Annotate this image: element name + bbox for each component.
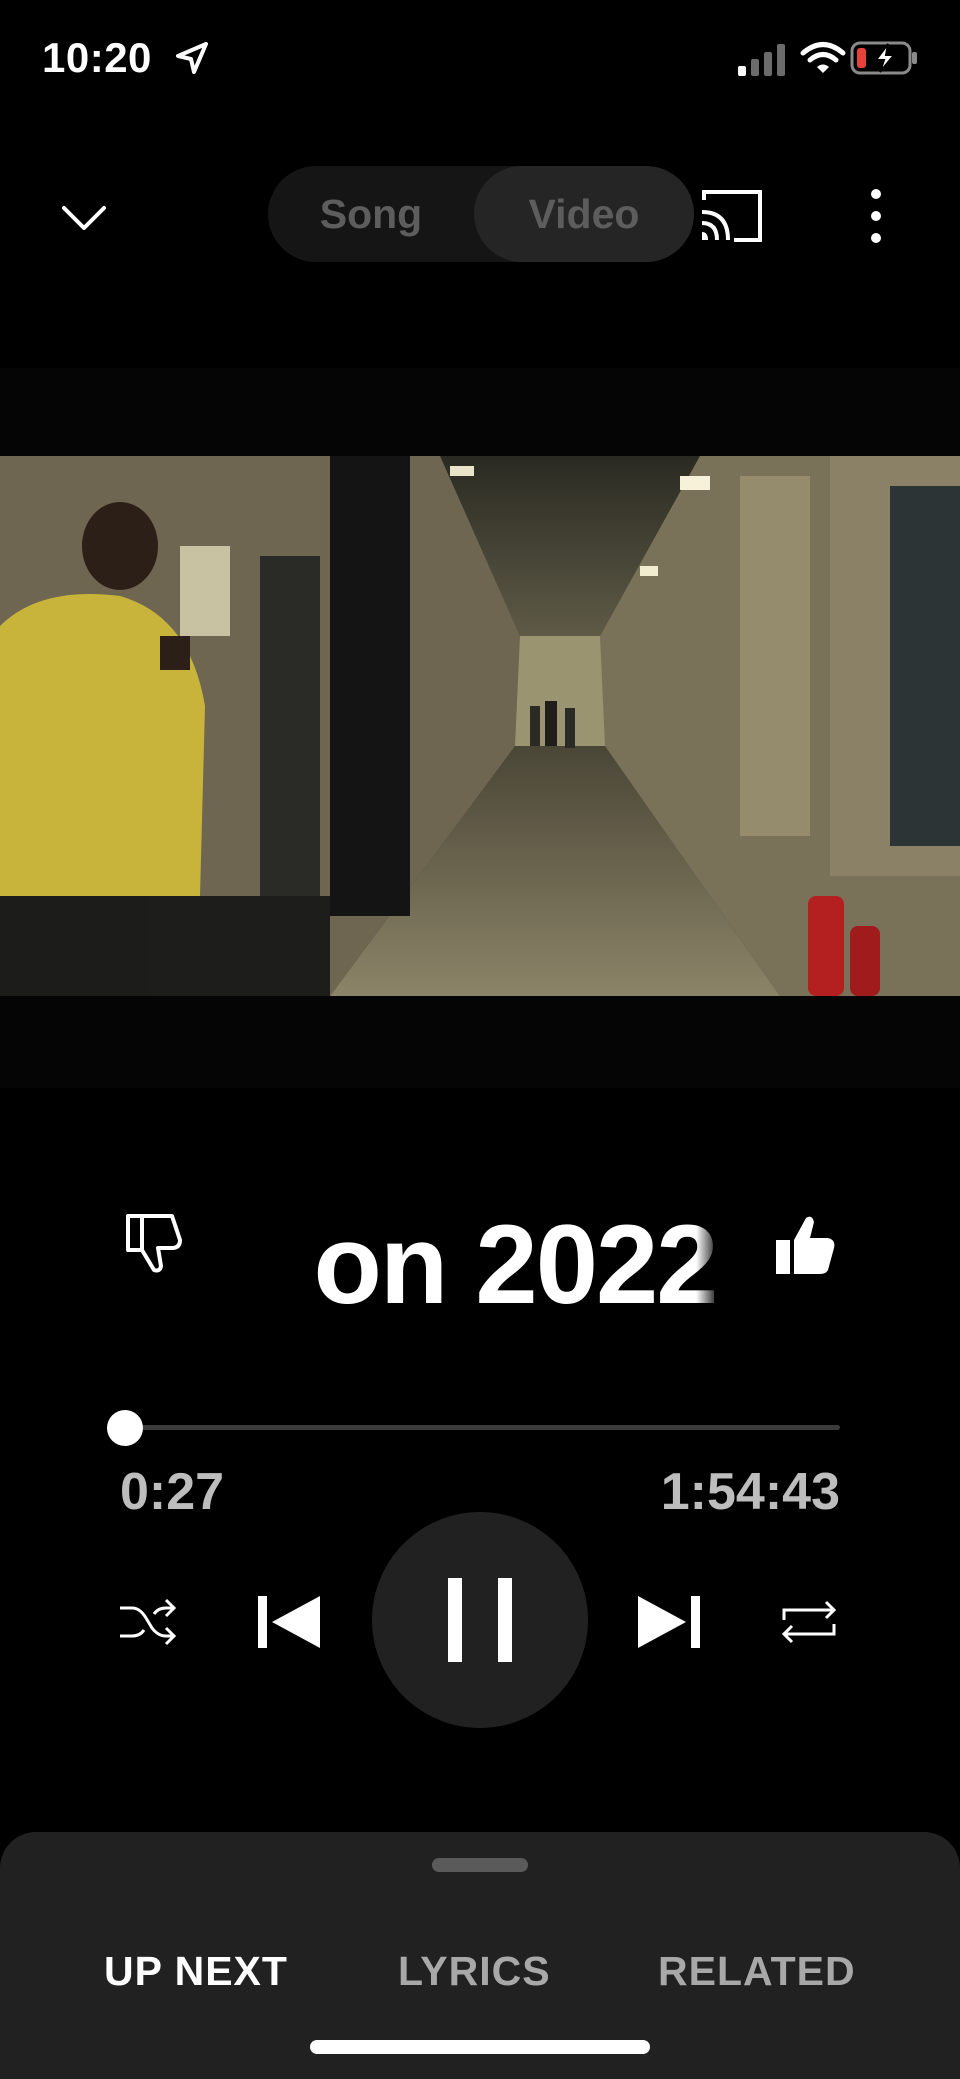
track-title-row: 00000on 2022 - <box>0 1180 960 1340</box>
tab-lyrics[interactable]: LYRICS <box>398 1948 551 1995</box>
thumbs-down-icon[interactable] <box>120 1210 190 1280</box>
status-time: 10:20 <box>42 34 152 81</box>
segment-video[interactable]: Video <box>474 166 694 262</box>
track-title-text: on 2022 - <box>313 1202 720 1327</box>
video-player[interactable] <box>0 368 960 1088</box>
progress-track <box>122 1425 840 1430</box>
pause-icon <box>448 1578 512 1662</box>
shuffle-icon[interactable] <box>116 1590 180 1654</box>
thumbs-up-icon[interactable] <box>770 1210 840 1280</box>
track-title: 00000on 2022 - <box>242 1200 720 1329</box>
player-header: Song Video <box>0 150 960 280</box>
cast-icon[interactable] <box>698 186 766 246</box>
repeat-icon[interactable] <box>776 1590 842 1654</box>
chevron-down-icon[interactable] <box>56 190 112 246</box>
segment-song[interactable]: Song <box>268 166 474 262</box>
location-arrow-icon <box>176 42 208 74</box>
progress-slider[interactable] <box>107 1408 840 1448</box>
progress-thumb[interactable] <box>107 1410 143 1446</box>
wifi-icon <box>800 42 846 73</box>
video-frame <box>0 456 960 996</box>
more-vertical-icon[interactable] <box>856 182 896 250</box>
skip-next-icon[interactable] <box>634 1590 704 1654</box>
sheet-drag-handle[interactable] <box>432 1858 528 1872</box>
cellular-signal-icon <box>738 44 785 76</box>
playback-controls <box>0 1510 960 1730</box>
skip-previous-icon[interactable] <box>254 1590 324 1654</box>
home-indicator[interactable] <box>310 2040 650 2054</box>
pause-button[interactable] <box>372 1512 588 1728</box>
video-thumbnail-image <box>0 456 960 996</box>
track-title-marquee: 00000on 2022 - <box>242 1180 720 1340</box>
tab-up-next[interactable]: UP NEXT <box>104 1948 288 1995</box>
status-bar: 10:20 <box>0 0 960 120</box>
song-video-toggle: Song Video <box>268 166 694 262</box>
tab-related[interactable]: RELATED <box>658 1948 856 1995</box>
battery-charging-icon <box>850 41 917 75</box>
